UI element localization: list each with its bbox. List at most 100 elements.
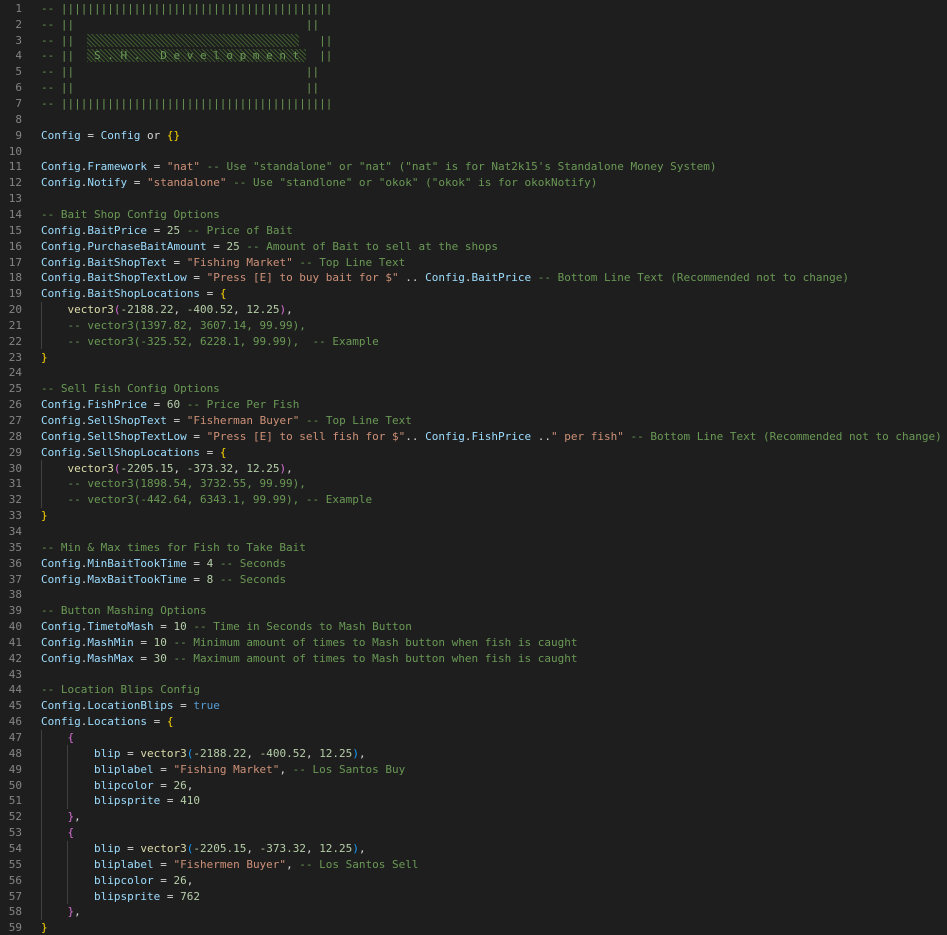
- code-line[interactable]: 38: [0, 587, 947, 603]
- code-line[interactable]: 3 -- || ||: [0, 32, 947, 48]
- code-line[interactable]: 15 Config.BaitPrice = 25 -- Price of Bait: [0, 222, 947, 238]
- code-line[interactable]: 55 bliplabel = "Fishermen Buyer", -- Los…: [0, 856, 947, 872]
- line-number: 47: [8, 731, 22, 745]
- line-number: 42: [8, 651, 22, 665]
- code-line[interactable]: 41 Config.MashMin = 10 -- Minimum amount …: [0, 635, 947, 651]
- code-token: -- Minimum amount of times to Mash butto…: [166, 635, 578, 649]
- code-line[interactable]: 24: [0, 365, 947, 381]
- code-line[interactable]: 1 -- ||||||||||||||||||||||||||||||||||||…: [0, 1, 947, 17]
- code-line[interactable]: 46 Config.Locations = {: [0, 714, 947, 730]
- line-code: Config.SellShopLocations = {: [41, 446, 226, 459]
- code-line[interactable]: 29 Config.SellShopLocations = {: [0, 444, 947, 460]
- code-line[interactable]: 25 -- Sell Fish Config Options: [0, 381, 947, 397]
- code-line[interactable]: 58 },: [0, 904, 947, 920]
- line-code: }: [41, 351, 48, 364]
- code-line[interactable]: 48 blip = vector3(-2188.22, -400.52, 12.…: [0, 745, 947, 761]
- code-line[interactable]: 35 -- Min & Max times for Fish to Take Ba…: [0, 539, 947, 555]
- line-number: 30: [8, 461, 22, 475]
- code-line[interactable]: 44 -- Location Blips Config: [0, 682, 947, 698]
- code-line[interactable]: 21 -- vector3(1397.82, 3607.14, 99.99),: [0, 318, 947, 334]
- code-line[interactable]: 57 blipsprite = 762: [0, 888, 947, 904]
- code-line[interactable]: 47 {: [0, 730, 947, 746]
- code-line[interactable]: 51 blipsprite = 410: [0, 793, 947, 809]
- code-line[interactable]: 8: [0, 111, 947, 127]
- code-line[interactable]: 9 Config = Config or {}: [0, 127, 947, 143]
- code-line[interactable]: 39 -- Button Mashing Options: [0, 603, 947, 619]
- code-line[interactable]: 2 -- || ||: [0, 16, 947, 32]
- line-code: -- |||||||||||||||||||||||||||||||||||||…: [41, 97, 332, 110]
- code-line[interactable]: 54 blip = vector3(-2205.15, -373.32, 12.…: [0, 841, 947, 857]
- code-token: -- |||||||||||||||||||||||||||||||||||||…: [41, 1, 333, 15]
- code-token: 60: [166, 398, 181, 412]
- code-line[interactable]: 42 Config.MashMax = 30 -- Maximum amount …: [0, 650, 947, 666]
- code-token: =: [127, 176, 147, 190]
- code-line[interactable]: 59}: [0, 920, 947, 935]
- code-token: -- Time in Seconds to Mash Button: [186, 620, 412, 634]
- code-line[interactable]: 28 Config. SellShopTextLow = "Press [E] to…: [0, 428, 947, 444]
- code-line[interactable]: 11 Config.Framework = "nat" -- Use "stand…: [0, 159, 947, 175]
- code-line[interactable]: 4 -- || S . H . D e v e l o p m e n t ||: [0, 48, 947, 64]
- code-line[interactable]: 40 Config.TimetoMash = 10 -- Time in Seco…: [0, 619, 947, 635]
- code-line[interactable]: 30 vector3(-2205.15, -373.32, 12.25),: [0, 460, 947, 476]
- code-token: Config: [100, 128, 141, 142]
- code-line[interactable]: 16 Config.PurchaseBaitAmount = 25 -- Amou…: [0, 238, 947, 254]
- line-code: -- Button Mashing Options: [41, 604, 207, 617]
- code-token: -- Los Santos Sell: [292, 857, 419, 871]
- code-line[interactable]: 19 Config.BaitShopLocations = {: [0, 286, 947, 302]
- code-line[interactable]: 53 {: [0, 825, 947, 841]
- code-line[interactable]: 18 Config. BaitShopTextLow = "Press [E] to…: [0, 270, 947, 286]
- code-line[interactable]: 12 Config.Notify = "standalone" -- Use "s…: [0, 175, 947, 191]
- line-number: 15: [8, 223, 22, 237]
- code-line[interactable]: 31 -- vector3(1898.54, 3732.55, 99.99),: [0, 476, 947, 492]
- code-token: ,: [186, 778, 194, 792]
- code-line[interactable]: 20 vector3(-2188.22, -400.52, 12.25),: [0, 302, 947, 318]
- code-editor[interactable]: 1 -- ||||||||||||||||||||||||||||||||||||…: [0, 0, 947, 935]
- code-line[interactable]: 27 Config.SellShopText = "Fisherman Buyer…: [0, 413, 947, 429]
- code-line[interactable]: 23}: [0, 349, 947, 365]
- code-token: -- vector3(-442.64, 6343.1, 99.99), -- E…: [41, 493, 373, 507]
- line-number: 59: [8, 921, 22, 935]
- line-number: 8: [15, 112, 22, 126]
- code-line[interactable]: 5 -- || ||: [0, 64, 947, 80]
- code-line[interactable]: 26 Config.FishPrice = 60 -- Price Per Fis…: [0, 397, 947, 413]
- code-line[interactable]: 13: [0, 191, 947, 207]
- code-line[interactable]: 50 blipcolor = 26,: [0, 777, 947, 793]
- code-line[interactable]: 32 -- vector3(-442.64, 6343.1, 99.99), -…: [0, 492, 947, 508]
- line-number: 11: [8, 160, 22, 174]
- code-token: -- Sell Fish Config Options: [41, 382, 220, 396]
- code-line[interactable]: 22 -- vector3(-325.52, 6228.1, 99.99), -…: [0, 333, 947, 349]
- code-line[interactable]: 36 Config.MinBaitTookTime = 4 -- Seconds: [0, 555, 947, 571]
- code-line[interactable]: 7 -- ||||||||||||||||||||||||||||||||||||…: [0, 96, 947, 112]
- code-token: Config: [41, 287, 81, 301]
- code-line[interactable]: 37 Config.MaxBaitTookTime = 8 -- Seconds: [0, 571, 947, 587]
- code-token: =: [166, 255, 187, 269]
- code-line[interactable]: 56 blipcolor = 26,: [0, 872, 947, 888]
- line-code: Config. SellShopTextLow = "Press [E] to s…: [41, 430, 942, 443]
- line-code: blipcolor = 26,: [41, 779, 193, 792]
- code-line[interactable]: 14 -- Bait Shop Config Options: [0, 207, 947, 223]
- code-token: -- Top Line Text: [292, 255, 406, 269]
- code-line[interactable]: 34: [0, 524, 947, 540]
- code-token: =: [153, 762, 174, 776]
- line-code: -- vector3(-325.52, 6228.1, 99.99), -- E…: [41, 335, 378, 348]
- code-token: -- || ||: [41, 81, 320, 95]
- code-line[interactable]: 17 Config.BaitShopText = "Fishing Market"…: [0, 254, 947, 270]
- code-line[interactable]: 33}: [0, 508, 947, 524]
- code-line[interactable]: 52 },: [0, 809, 947, 825]
- code-line[interactable]: 45 Config.LocationBlips = true: [0, 698, 947, 714]
- code-line[interactable]: 6 -- || ||: [0, 80, 947, 96]
- code-line[interactable]: 49 bliplabel = "Fishing Market", -- Los …: [0, 761, 947, 777]
- line-number: 54: [8, 841, 22, 855]
- line-code: }: [41, 509, 48, 522]
- code-token: MaxBaitTookTime: [87, 572, 187, 586]
- code-line[interactable]: 43: [0, 666, 947, 682]
- line-code: },: [41, 810, 81, 823]
- line-number: 9: [15, 128, 22, 142]
- code-token: -400.52: [186, 303, 234, 317]
- code-line[interactable]: 10: [0, 143, 947, 159]
- code-token: -- Bottom Line Text (Recommended not to …: [531, 271, 850, 285]
- code-token: "Fisherman Buyer": [186, 414, 300, 428]
